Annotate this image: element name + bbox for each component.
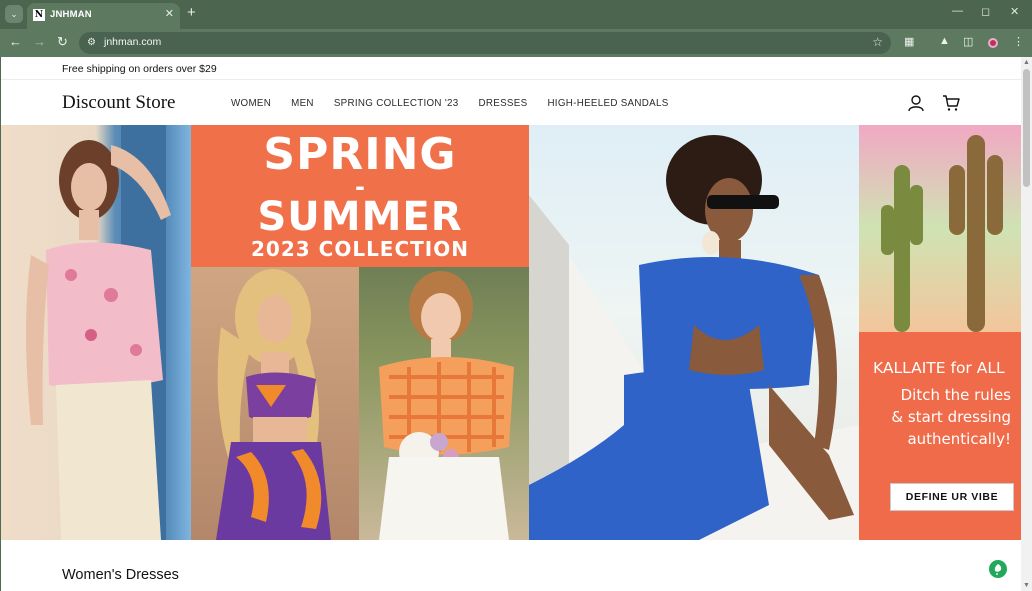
hero-photo-cactus — [859, 125, 1021, 332]
side-panel-icon[interactable]: ◫ — [963, 35, 973, 48]
section-heading-womens-dresses: Women's Dresses — [62, 567, 179, 583]
browser-tab[interactable]: N JNHMAN ✕ — [27, 3, 180, 29]
back-icon[interactable]: ← — [9, 34, 22, 50]
announcement-text: Free shipping on orders over $29 — [62, 63, 217, 75]
hero-photo-blue-lace — [529, 125, 859, 540]
tab-search-icon[interactable]: ⌄ — [5, 5, 23, 23]
page-scrollbar[interactable]: ▲ ▼ — [1021, 57, 1032, 591]
hero-promo-panel: KALLAITE for ALL Ditch the rules & start… — [859, 332, 1021, 540]
cart-icon[interactable] — [942, 94, 960, 112]
hero-banner[interactable]: SPRING - SUMMER 2023 COLLECTION KALLAITE… — [1, 125, 1021, 540]
profile-avatar-icon[interactable] — [988, 38, 998, 48]
reload-icon[interactable]: ↻ — [57, 34, 68, 50]
address-bar[interactable]: ⚙ jnhman.com ☆ — [79, 32, 891, 54]
store-logo[interactable]: Discount Store — [62, 92, 175, 114]
nav-spring-collection[interactable]: SPRING COLLECTION '23 — [334, 98, 459, 109]
hero-photo-floral-top — [1, 125, 191, 540]
promo-line-3: authentically! — [907, 430, 1011, 448]
window-close-icon[interactable]: ✕ — [1010, 5, 1019, 18]
promo-heading: KALLAITE for ALL — [873, 359, 1005, 377]
nav-high-heeled-sandals[interactable]: HIGH-HEELED SANDALS — [547, 98, 668, 109]
hero-headline-summer: SUMMER — [257, 194, 463, 240]
account-icon[interactable] — [907, 94, 925, 112]
tab-title: JNHMAN — [50, 9, 92, 20]
hero-headline-collection: 2023 COLLECTION — [251, 237, 469, 261]
nav-men[interactable]: MEN — [291, 98, 314, 109]
site-favicon-icon: N — [33, 9, 45, 21]
browser-toolbar: ← → ↻ ⚙ jnhman.com ☆ ▦ ▲ ◫ ⋮ — [0, 29, 1032, 57]
define-ur-vibe-button[interactable]: DEFINE UR VIBE — [890, 483, 1014, 511]
floating-help-widget[interactable] — [989, 560, 1007, 578]
tab-strip: ⌄ N JNHMAN ✕ + — ◻ ✕ — [0, 0, 1032, 29]
hero-headline-panel: SPRING - SUMMER 2023 COLLECTION — [191, 125, 529, 267]
hero-headline-spring: SPRING — [263, 129, 457, 180]
forward-icon[interactable]: → — [33, 34, 46, 50]
minimize-icon[interactable]: — — [952, 5, 963, 17]
promo-line-2: & start dressing — [891, 408, 1011, 426]
bookmark-star-icon[interactable]: ☆ — [872, 35, 883, 49]
nav-women[interactable]: WOMEN — [231, 98, 271, 109]
scroll-thumb[interactable] — [1023, 69, 1030, 187]
hero-photo-gingham-top — [359, 267, 529, 540]
main-nav: WOMEN MEN SPRING COLLECTION '23 DRESSES … — [231, 98, 689, 109]
new-tab-icon[interactable]: + — [187, 5, 196, 21]
labs-flask-icon[interactable]: ▲ — [939, 35, 950, 47]
scroll-down-icon[interactable]: ▼ — [1023, 582, 1030, 589]
announcement-bar: Free shipping on orders over $29 — [1, 57, 1021, 80]
promo-line-1: Ditch the rules — [900, 386, 1011, 404]
scroll-up-icon[interactable]: ▲ — [1023, 59, 1030, 66]
tab-close-icon[interactable]: ✕ — [165, 7, 174, 20]
hero-photo-printed-set — [191, 267, 359, 540]
nav-dresses[interactable]: DRESSES — [479, 98, 528, 109]
site-info-icon[interactable]: ⚙ — [87, 37, 96, 48]
maximize-icon[interactable]: ◻ — [981, 5, 990, 18]
leaf-icon — [994, 564, 1002, 575]
page-viewport: Free shipping on orders over $29 Discoun… — [1, 57, 1021, 591]
url-text[interactable]: jnhman.com — [104, 36, 161, 48]
extensions-icon[interactable]: ▦ — [904, 35, 914, 48]
site-header: Discount Store WOMEN MEN SPRING COLLECTI… — [1, 81, 1021, 125]
menu-kebab-icon[interactable]: ⋮ — [1013, 35, 1024, 48]
